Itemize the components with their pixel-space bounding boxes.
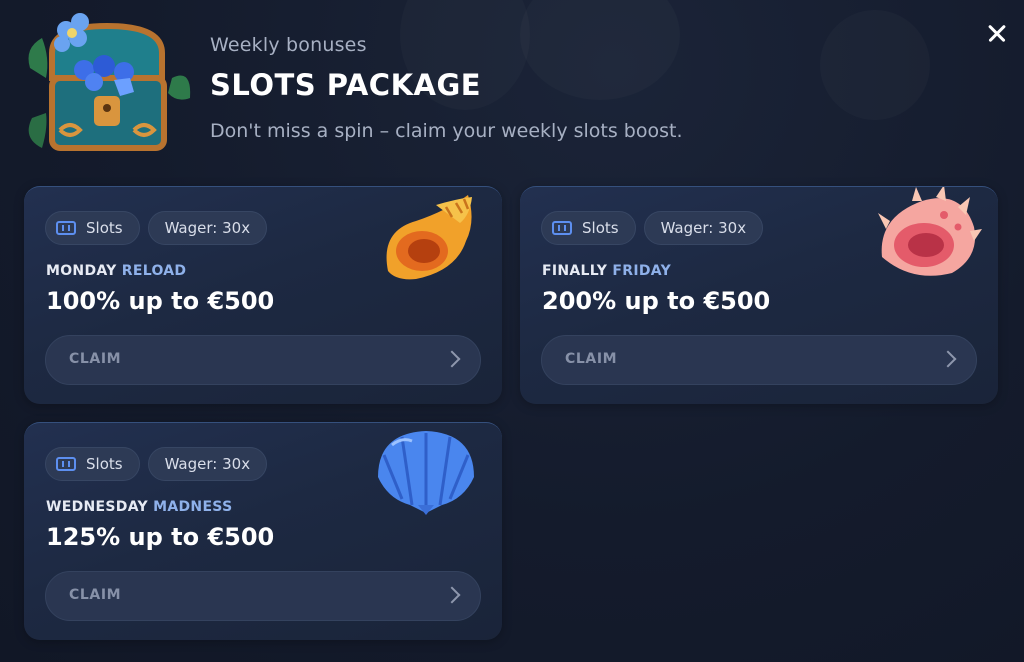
slot-machine-icon [56, 457, 76, 471]
category-tag: Slots [45, 447, 140, 481]
wager-tag: Wager: 30x [147, 211, 268, 245]
header-subtitle: Weekly bonuses [210, 34, 367, 56]
background-decoration [820, 10, 930, 120]
category-label: Slots [86, 455, 123, 473]
bonus-name-day: FINALLY [542, 263, 608, 279]
bonus-name: FINALLY FRIDAY [542, 263, 671, 279]
category-label: Slots [86, 219, 123, 237]
bonus-offer: 200% up to €500 [542, 287, 771, 315]
category-label: Slots [582, 219, 619, 237]
modal-header: Weekly bonuses SLOTS PACKAGE Don't miss … [22, 8, 822, 168]
bonus-name: MONDAY RELOAD [46, 263, 186, 279]
chevron-right-icon [443, 586, 461, 604]
claim-label: CLAIM [565, 351, 618, 367]
bonus-name-type: FRIDAY [612, 263, 672, 279]
page-title: SLOTS PACKAGE [210, 68, 482, 102]
bonus-tags: Slots Wager: 30x [45, 211, 268, 245]
bonus-name: WEDNESDAY MADNESS [46, 499, 232, 515]
bonus-offer: 100% up to €500 [46, 287, 275, 315]
slot-machine-icon [552, 221, 572, 235]
close-icon[interactable] [982, 18, 1012, 48]
scallop-shell-icon [378, 431, 474, 515]
bonus-name-day: MONDAY [46, 263, 117, 279]
bonus-name-type: MADNESS [153, 499, 233, 515]
bonus-card-wednesday-madness: Slots Wager: 30x WEDNESDAY MADNESS 125% … [24, 422, 502, 640]
bonus-card-finally-friday: Slots Wager: 30x FINALLY FRIDAY 200% up … [520, 186, 998, 404]
bonus-tags: Slots Wager: 30x [541, 211, 764, 245]
claim-label: CLAIM [69, 351, 122, 367]
treasure-chest-icon [28, 13, 191, 151]
claim-button[interactable]: CLAIM [541, 335, 977, 385]
bonus-offer: 125% up to €500 [46, 523, 275, 551]
bonus-name-day: WEDNESDAY [46, 499, 148, 515]
claim-button[interactable]: CLAIM [45, 571, 481, 621]
bonus-name-type: RELOAD [121, 263, 187, 279]
bonus-card-monday-reload: Slots Wager: 30x MONDAY RELOAD 100% up t… [24, 186, 502, 404]
bonus-tags: Slots Wager: 30x [45, 447, 268, 481]
category-tag: Slots [45, 211, 140, 245]
slot-machine-icon [56, 221, 76, 235]
category-tag: Slots [541, 211, 636, 245]
claim-label: CLAIM [69, 587, 122, 603]
conch-shell-icon [386, 195, 472, 280]
wager-tag: Wager: 30x [147, 447, 268, 481]
spiky-shell-icon [878, 187, 982, 276]
header-description: Don't miss a spin – claim your weekly sl… [210, 120, 683, 142]
chevron-right-icon [443, 350, 461, 368]
chevron-right-icon [939, 350, 957, 368]
claim-button[interactable]: CLAIM [45, 335, 481, 385]
slots-package-modal: Weekly bonuses SLOTS PACKAGE Don't miss … [0, 0, 1024, 662]
wager-tag: Wager: 30x [643, 211, 764, 245]
